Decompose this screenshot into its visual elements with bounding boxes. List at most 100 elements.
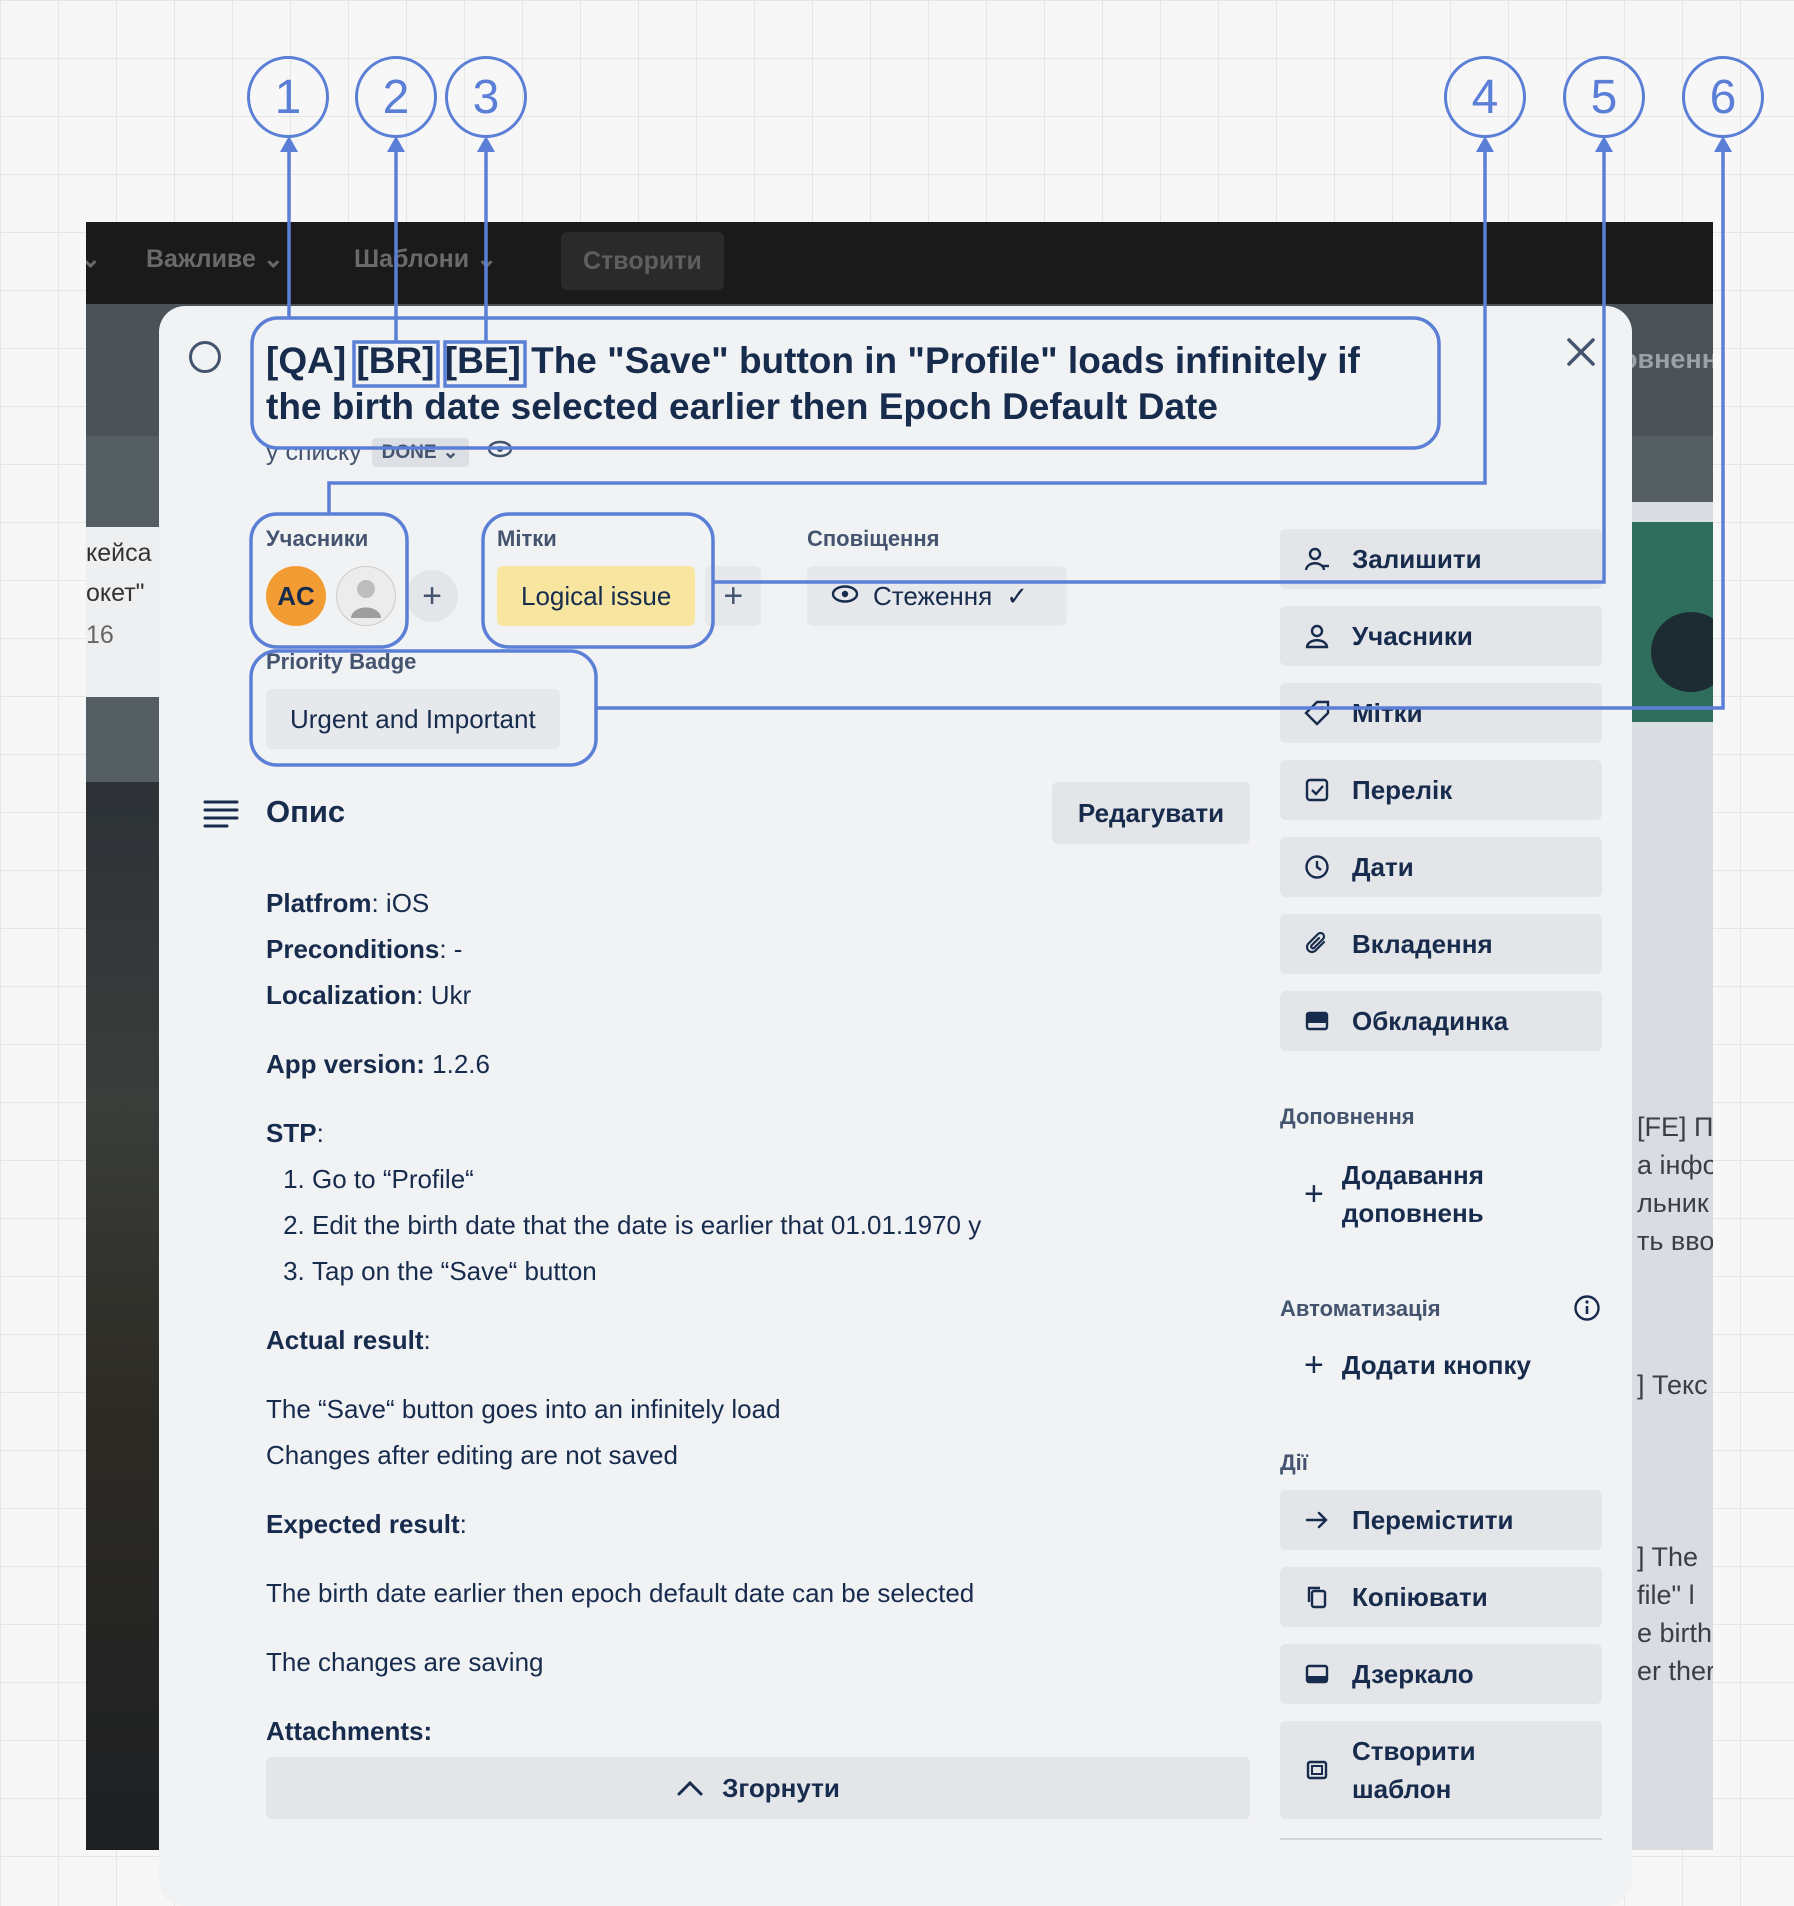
add-addons-button[interactable]: + Додавання доповнень: [1304, 1156, 1484, 1232]
labels-label: Мітки: [497, 526, 557, 551]
desc-line: Expected result:: [266, 1501, 1086, 1547]
label-chip[interactable]: Logical issue: [497, 566, 696, 626]
sidebar-labels-button[interactable]: Мітки: [1280, 683, 1602, 743]
sidebar-label: Обкладинка: [1352, 1005, 1509, 1036]
chevron-down-icon[interactable]: ⌄: [86, 244, 101, 274]
chevron-up-icon: [676, 1773, 704, 1804]
addons-line: Додавання: [1341, 1160, 1484, 1190]
description-title: Опис: [266, 794, 346, 829]
complete-toggle-icon[interactable]: [189, 341, 221, 373]
template-line: Створити: [1352, 1736, 1476, 1766]
template-icon: [1304, 1757, 1330, 1783]
nav-templates[interactable]: Шаблони ⌄: [354, 244, 497, 274]
desc-key: Actual result: [266, 1325, 424, 1355]
bg-text: кейса: [86, 539, 152, 567]
add-button-label: Додати кнопку: [1341, 1350, 1531, 1380]
bg-text: ] The: [1637, 1542, 1699, 1572]
info-icon[interactable]: [1573, 1294, 1601, 1327]
desc-key: Platfrom: [266, 888, 372, 918]
desc-value: 1.2.6: [424, 1049, 490, 1079]
sidebar-move-button[interactable]: Перемістити: [1280, 1490, 1602, 1550]
notifications-label: Сповіщення: [807, 526, 940, 551]
nav-important[interactable]: Важливе ⌄: [146, 244, 284, 274]
sidebar-label: Копіювати: [1352, 1581, 1488, 1612]
watch-button[interactable]: Стеження ✓: [807, 566, 1067, 626]
avatar[interactable]: AC: [266, 566, 326, 626]
watch-label: Стеження: [873, 580, 993, 611]
desc-key: Expected result: [266, 1509, 460, 1539]
sidebar-copy-button[interactable]: Копіювати: [1280, 1567, 1602, 1627]
user-icon: [1304, 623, 1330, 649]
clock-icon: [1304, 854, 1330, 880]
check-icon: ✓: [1006, 580, 1029, 611]
list-prefix: у списку: [266, 438, 362, 466]
members-row: AC +: [266, 566, 458, 626]
priority-badge[interactable]: Urgent and Important: [266, 689, 560, 749]
bg-text: 16: [86, 621, 114, 649]
sidebar-leave-button[interactable]: Залишити: [1280, 529, 1602, 589]
annotation-number: 1: [247, 56, 329, 138]
desc-key: Attachments:: [266, 1716, 433, 1746]
desc-line: Changes after editing are not saved: [266, 1440, 678, 1470]
copy-icon: [1304, 1584, 1330, 1610]
add-button-button[interactable]: + Додати кнопку: [1304, 1346, 1531, 1385]
description-icon: [203, 799, 239, 834]
sidebar-dates-button[interactable]: Дати: [1280, 837, 1602, 897]
steps-list: Go to “Profile“ Edit the birth date that…: [266, 1156, 1086, 1294]
edit-description-button[interactable]: Редагувати: [1052, 782, 1250, 844]
desc-key: STP: [266, 1118, 317, 1148]
add-label-button[interactable]: +: [705, 566, 762, 626]
bg-text: а інфо: [1637, 1150, 1713, 1180]
list-item: Go to “Profile“: [312, 1156, 1086, 1202]
checkbox-icon: [1304, 777, 1330, 803]
mirror-icon: [1304, 1661, 1330, 1687]
bg-text: file" l: [1637, 1580, 1695, 1610]
annotation-number: 2: [355, 56, 437, 138]
bg-text: льник: [1637, 1188, 1709, 1218]
priority-label: Priority Badge: [266, 649, 417, 674]
label-text: Logical issue: [521, 580, 672, 611]
desc-value: :: [423, 1325, 431, 1355]
labels-row: Logical issue +: [497, 566, 762, 626]
template-line: шаблон: [1352, 1774, 1452, 1804]
sidebar-members-button[interactable]: Учасники: [1280, 606, 1602, 666]
desc-line: The birth date earlier then epoch defaul…: [266, 1578, 975, 1608]
sidebar-label: Дати: [1352, 851, 1414, 882]
desc-value: :: [459, 1509, 467, 1539]
members-label: Учасники: [266, 526, 369, 551]
list-select[interactable]: DONE ⌄: [371, 438, 469, 467]
plus-icon: +: [1304, 1346, 1324, 1384]
create-button[interactable]: Створити: [561, 232, 724, 290]
sidebar-mirror-button[interactable]: Дзеркало: [1280, 1644, 1602, 1704]
bg-text: овненн: [1621, 344, 1713, 374]
bg-text: ] Текс: [1637, 1370, 1708, 1400]
list-name: DONE: [381, 441, 437, 463]
background-card: кейса окет" 16: [86, 527, 166, 697]
desc-key: Preconditions: [266, 934, 440, 964]
sidebar-checklist-button[interactable]: Перелік: [1280, 760, 1602, 820]
sidebar-template-button[interactable]: Створити шаблон: [1280, 1721, 1602, 1819]
desc-line: Actual result:: [266, 1317, 1086, 1363]
addons-line: доповнень: [1341, 1198, 1484, 1228]
desc-line: The changes are saving: [266, 1647, 544, 1677]
avatar[interactable]: [336, 566, 396, 626]
collapse-button[interactable]: Згорнути: [266, 1757, 1250, 1819]
list-item: Tap on the “Save“ button: [312, 1248, 1086, 1294]
sidebar-label: Вкладення: [1352, 928, 1493, 959]
card-title[interactable]: [QA] [BR] [BE] The "Save" button in "Pro…: [266, 338, 1416, 430]
close-icon[interactable]: [1561, 332, 1601, 372]
add-member-button[interactable]: +: [406, 570, 458, 622]
bg-text: er ther: [1637, 1656, 1713, 1686]
desc-line: Platfrom: iOS: [266, 880, 1086, 926]
background-cards-right: [FE] П а інфо льник ть вво ] Текс ] The …: [1631, 502, 1713, 1850]
sidebar-attachments-button[interactable]: Вкладення: [1280, 914, 1602, 974]
desc-value: : Ukr: [416, 980, 472, 1010]
eye-icon: [831, 581, 859, 612]
desc-line: Preconditions: -: [266, 926, 1086, 972]
desc-line: STP:: [266, 1110, 1086, 1156]
addons-label: Доповнення: [1280, 1104, 1415, 1129]
desc-key: Localization: [266, 980, 417, 1010]
sidebar-cover-button[interactable]: Обкладинка: [1280, 991, 1602, 1051]
user-minus-icon: [1304, 546, 1330, 572]
divider: [1280, 1838, 1602, 1840]
